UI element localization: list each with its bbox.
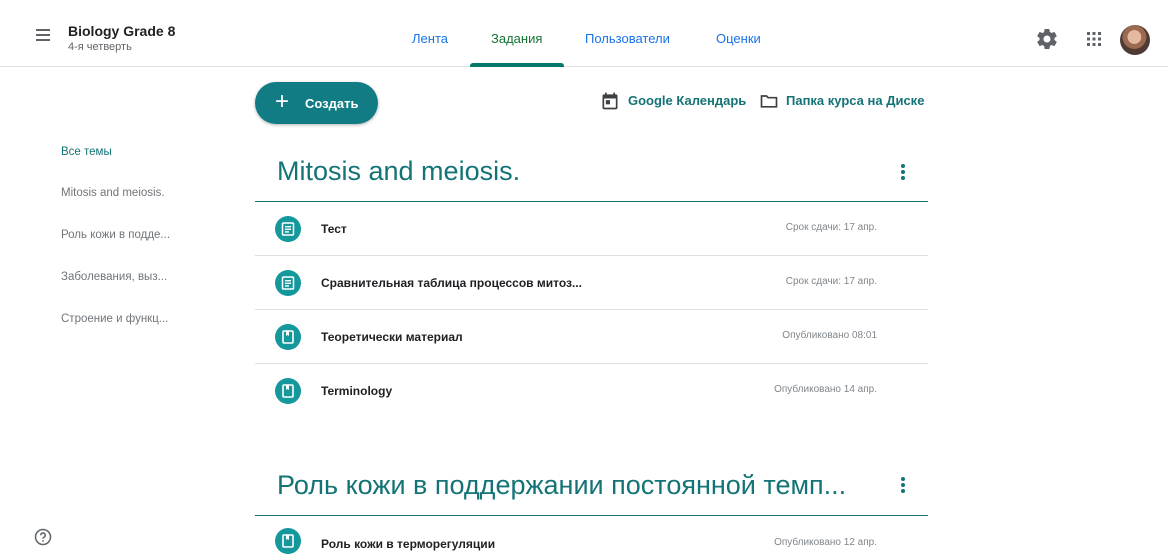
tab-classwork[interactable]: Задания (491, 31, 542, 46)
create-button[interactable]: + Создать (255, 82, 378, 124)
list-item[interactable]: Роль кожи в терморегуляции Опубликовано … (255, 516, 928, 558)
item-meta: Срок сдачи: 17 апр. (785, 276, 877, 287)
list-item[interactable]: Тест Срок сдачи: 17 апр. (255, 202, 928, 256)
topic-title: Роль кожи в поддержании постоянной темп.… (277, 470, 847, 500)
active-tab-indicator (470, 63, 564, 67)
item-title: Теоретически материал (321, 330, 463, 344)
item-title: Роль кожи в терморегуляции (321, 537, 496, 551)
item-title: Terminology (321, 384, 393, 398)
tab-people[interactable]: Пользователи (585, 31, 670, 46)
create-label: Создать (305, 96, 359, 111)
list-item[interactable]: Теоретически материал Опубликовано 08:01 (255, 310, 928, 364)
material-icon (275, 378, 301, 404)
top-app-bar: Biology Grade 8 4-я четверть Лента Задан… (0, 0, 1168, 67)
course-title[interactable]: Biology Grade 8 (68, 23, 175, 39)
list-item[interactable]: Сравнительная таблица процессов митоз...… (255, 256, 928, 310)
item-title: Сравнительная таблица процессов митоз... (321, 276, 582, 290)
sidebar-item-all-topics[interactable]: Все темы (61, 146, 112, 158)
sidebar-item-topic[interactable]: Заболевания, выз... (61, 271, 167, 283)
menu-icon[interactable] (30, 24, 56, 46)
drive-folder-link[interactable]: Папка курса на Диске (786, 93, 924, 108)
plus-icon: + (275, 88, 290, 115)
avatar[interactable] (1120, 25, 1150, 55)
sidebar-item-topic[interactable]: Строение и функц... (61, 313, 168, 325)
calendar-icon[interactable] (600, 91, 620, 111)
help-icon[interactable] (33, 527, 53, 547)
sidebar-item-topic[interactable]: Роль кожи в подде... (61, 229, 170, 241)
apps-grid-icon[interactable] (1082, 27, 1106, 51)
tab-stream[interactable]: Лента (412, 31, 448, 46)
material-icon (275, 528, 301, 554)
tab-grades[interactable]: Оценки (716, 31, 761, 46)
google-calendar-link[interactable]: Google Календарь (628, 93, 746, 108)
item-meta: Опубликовано 12 апр. (774, 537, 877, 548)
item-meta: Срок сдачи: 17 апр. (785, 222, 877, 233)
item-title: Тест (321, 222, 347, 236)
sidebar-item-topic[interactable]: Mitosis and meiosis. (61, 187, 165, 199)
assignment-icon (275, 270, 301, 296)
folder-icon[interactable] (759, 91, 779, 111)
course-subtitle: 4-я четверть (68, 41, 132, 53)
settings-icon[interactable] (1035, 27, 1059, 51)
item-meta: Опубликовано 14 апр. (774, 384, 877, 395)
more-vert-icon[interactable] (893, 160, 913, 184)
list-item[interactable]: Terminology Опубликовано 14 апр. (255, 364, 928, 418)
topic-title: Mitosis and meiosis. (277, 156, 521, 186)
more-vert-icon[interactable] (893, 473, 913, 497)
assignment-icon (275, 216, 301, 242)
material-icon (275, 324, 301, 350)
item-meta: Опубликовано 08:01 (782, 330, 877, 341)
